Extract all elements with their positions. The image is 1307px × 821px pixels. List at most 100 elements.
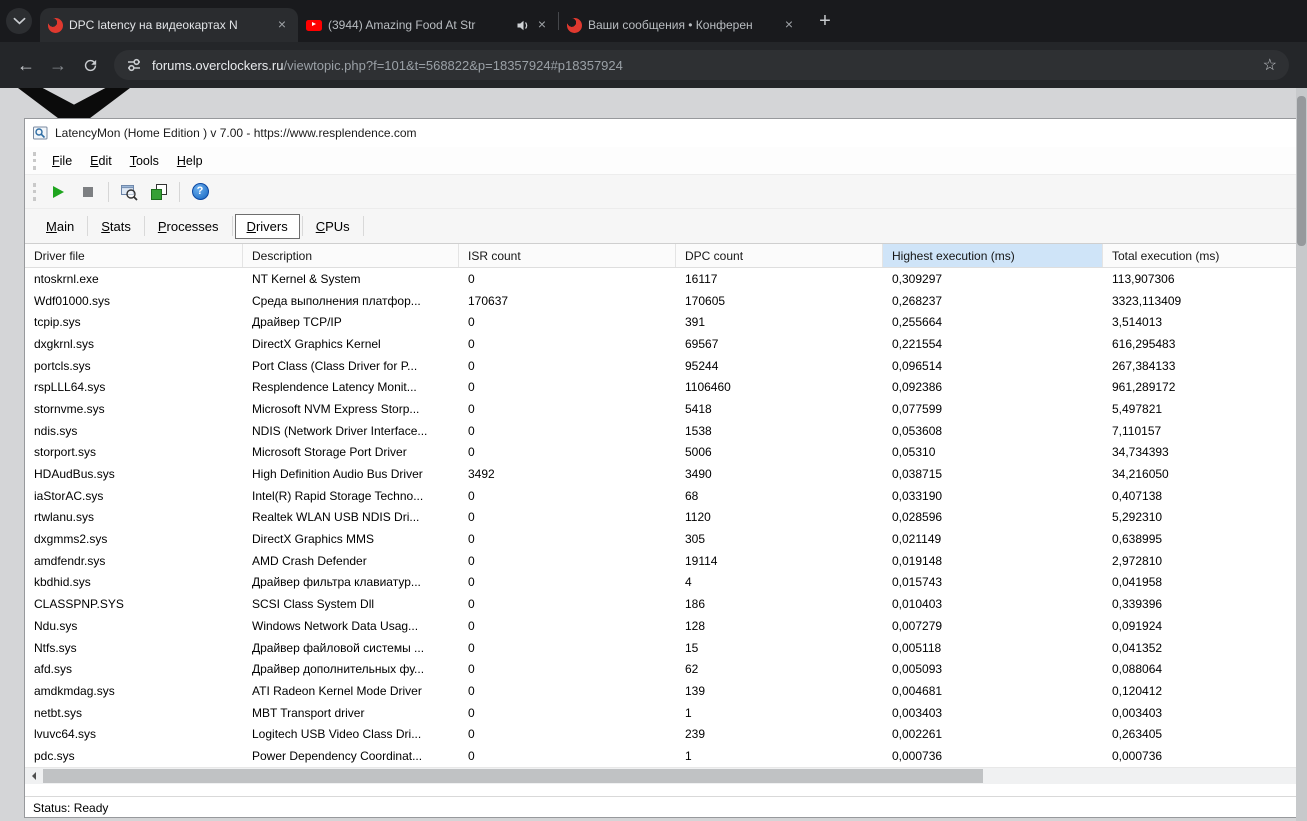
- table-row[interactable]: tcpip.sys Драйвер TCP/IP 0 391 0,255664 3,514…: [25, 311, 1307, 333]
- audio-speaker-icon[interactable]: [516, 19, 530, 32]
- tab-processes[interactable]: Processes: [147, 215, 230, 238]
- analyze-button[interactable]: [116, 179, 142, 205]
- drivers-table: Driver file Description ISR count DPC count…: [25, 243, 1307, 767]
- forward-button[interactable]: →: [42, 49, 74, 81]
- table-cell: 0,003403: [1112, 705, 1163, 720]
- tab-separator: [87, 216, 89, 236]
- table-cell: 0,004681: [892, 683, 943, 698]
- tab-main[interactable]: Main: [35, 215, 85, 238]
- stop-monitor-button[interactable]: [75, 179, 101, 205]
- table-cell: Драйвер фильтра клавиатур...: [252, 575, 421, 590]
- help-button[interactable]: ?: [187, 179, 213, 205]
- table-cell: 16117: [685, 271, 718, 286]
- table-cell: Power Dependency Coordinat...: [252, 748, 423, 763]
- table-row[interactable]: Ntfs.sys Драйвер файловой системы ... 0 15 0…: [25, 637, 1307, 659]
- table-cell: 0,339396: [1112, 597, 1163, 612]
- table-cell: 0,015743: [892, 575, 943, 590]
- table-row[interactable]: CLASSPNP.SYS SCSI Class System Dll 0 186 0,0…: [25, 593, 1307, 615]
- column-header-3[interactable]: DPC count: [676, 244, 883, 267]
- table-cell: 616,295483: [1112, 336, 1176, 351]
- table-row[interactable]: afd.sys Драйвер дополнительных фу... 0 62 0,…: [25, 658, 1307, 680]
- report-button[interactable]: [146, 179, 172, 205]
- table-cell: 0,077599: [892, 401, 943, 416]
- table-cell: 0,002261: [892, 727, 943, 742]
- table-cell: Intel(R) Rapid Storage Techno...: [252, 488, 424, 503]
- table-row[interactable]: netbt.sys MBT Transport driver 0 1 0,003403 0…: [25, 702, 1307, 724]
- table-cell: 15: [685, 640, 699, 655]
- table-cell: 1106460: [685, 380, 731, 395]
- table-cell: Среда выполнения платфор...: [252, 293, 421, 308]
- menu-edit[interactable]: Edit: [81, 151, 121, 171]
- column-header-5[interactable]: Total execution (ms): [1103, 244, 1307, 267]
- column-header-4[interactable]: Highest execution (ms): [883, 244, 1103, 267]
- tab-close-icon[interactable]: ×: [274, 17, 290, 33]
- refresh-icon: [84, 59, 96, 71]
- column-header-2[interactable]: ISR count: [459, 244, 676, 267]
- table-cell: 3492: [468, 467, 495, 482]
- table-row[interactable]: amdfendr.sys AMD Crash Defender 0 19114 0,01…: [25, 550, 1307, 572]
- table-row[interactable]: storport.sys Microsoft Storage Port Drive…: [25, 442, 1307, 464]
- column-header-0[interactable]: Driver file: [25, 244, 243, 267]
- table-cell: storport.sys: [34, 445, 97, 460]
- table-row[interactable]: Ndu.sys Windows Network Data Usag... 0 128 0…: [25, 615, 1307, 637]
- table-row[interactable]: dxgmms2.sys DirectX Graphics MMS 0 305 0,021…: [25, 528, 1307, 550]
- table-row[interactable]: amdkmdag.sys ATI Radeon Kernel Mode Drive…: [25, 680, 1307, 702]
- play-icon: [52, 185, 64, 198]
- tab-title: (3944) Amazing Food At Str: [328, 18, 476, 32]
- tab-separator: [231, 216, 233, 236]
- start-monitor-button[interactable]: [45, 179, 71, 205]
- table-row[interactable]: ndis.sys NDIS (Network Driver Interface..…: [25, 420, 1307, 442]
- table-row[interactable]: HDAudBus.sys High Definition Audio Bus Dr…: [25, 463, 1307, 485]
- site-logo: [18, 88, 130, 120]
- table-cell: ATI Radeon Kernel Mode Driver: [252, 683, 422, 698]
- site-settings-tune-icon[interactable]: [126, 57, 142, 73]
- menu-tools[interactable]: Tools: [121, 151, 168, 171]
- table-cell: Microsoft Storage Port Driver: [252, 445, 407, 460]
- table-row[interactable]: stornvme.sys Microsoft NVM Express Storp.…: [25, 398, 1307, 420]
- tab-search-button[interactable]: [6, 8, 32, 34]
- table-cell: 0: [468, 727, 475, 742]
- view-tab-bar: Main Stats Processes Drivers CPUs: [25, 209, 1307, 243]
- browser-tab-active[interactable]: DPC latency на видеокартах N ×: [40, 8, 298, 42]
- table-row[interactable]: rspLLL64.sys Resplendence Latency Monit..…: [25, 376, 1307, 398]
- table-cell: 0: [468, 510, 475, 525]
- browser-tab-messages[interactable]: Ваши сообщения • Конферен ×: [559, 8, 805, 42]
- table-cell: 0,000736: [892, 748, 943, 763]
- horizontal-scrollbar[interactable]: [25, 766, 1307, 784]
- browser-tab-youtube[interactable]: (3944) Amazing Food At Str ×: [298, 8, 558, 42]
- menu-help[interactable]: Help: [168, 151, 212, 171]
- tab-cpus[interactable]: CPUs: [305, 215, 361, 238]
- table-cell: 0: [468, 423, 475, 438]
- table-cell: Port Class (Class Driver for P...: [252, 358, 418, 373]
- tab-stats[interactable]: Stats: [90, 215, 142, 238]
- table-row[interactable]: dxgkrnl.sys DirectX Graphics Kernel 0 69567…: [25, 333, 1307, 355]
- page-scrollbar-thumb[interactable]: [1297, 96, 1306, 246]
- table-cell: 62: [685, 662, 699, 677]
- table-cell: Wdf01000.sys: [34, 293, 111, 308]
- scrollbar-thumb[interactable]: [43, 768, 983, 783]
- new-tab-button[interactable]: +: [811, 7, 839, 35]
- tab-close-icon[interactable]: ×: [534, 17, 550, 33]
- back-button[interactable]: ←: [10, 49, 42, 81]
- table-row[interactable]: kbdhid.sys Драйвер фильтра клавиатур... 0 4…: [25, 572, 1307, 594]
- page-scrollbar[interactable]: [1296, 88, 1307, 821]
- table-row[interactable]: lvuvc64.sys Logitech USB Video Class Dri.…: [25, 723, 1307, 745]
- tab-drivers[interactable]: Drivers: [234, 213, 300, 239]
- table-cell: 0,407138: [1112, 488, 1163, 503]
- table-row[interactable]: iaStorAC.sys Intel(R) Rapid Storage Techn…: [25, 485, 1307, 507]
- refresh-button[interactable]: [74, 49, 106, 81]
- menu-file[interactable]: File: [43, 151, 81, 171]
- bookmark-star-icon[interactable]: ☆: [1263, 55, 1277, 75]
- table-row[interactable]: Wdf01000.sys Среда выполнения платфор... 1…: [25, 290, 1307, 312]
- table-row[interactable]: pdc.sys Power Dependency Coordinat... 0 1 0,…: [25, 745, 1307, 767]
- table-cell: 3323,113409: [1112, 293, 1182, 308]
- table-row[interactable]: rtwlanu.sys Realtek WLAN USB NDIS Dri... 0…: [25, 507, 1307, 529]
- table-row[interactable]: ntoskrnl.exe NT Kernel & System 0 16117 0,30…: [25, 268, 1307, 290]
- table-cell: 0: [468, 683, 475, 698]
- tab-close-icon[interactable]: ×: [781, 17, 797, 33]
- table-row[interactable]: portcls.sys Port Class (Class Driver for …: [25, 355, 1307, 377]
- address-bar[interactable]: forums.overclockers.ru/viewtopic.php?f=1…: [114, 50, 1289, 80]
- column-header-1[interactable]: Description: [243, 244, 459, 267]
- scroll-left-button[interactable]: [25, 768, 42, 784]
- table-cell: CLASSPNP.SYS: [34, 597, 124, 612]
